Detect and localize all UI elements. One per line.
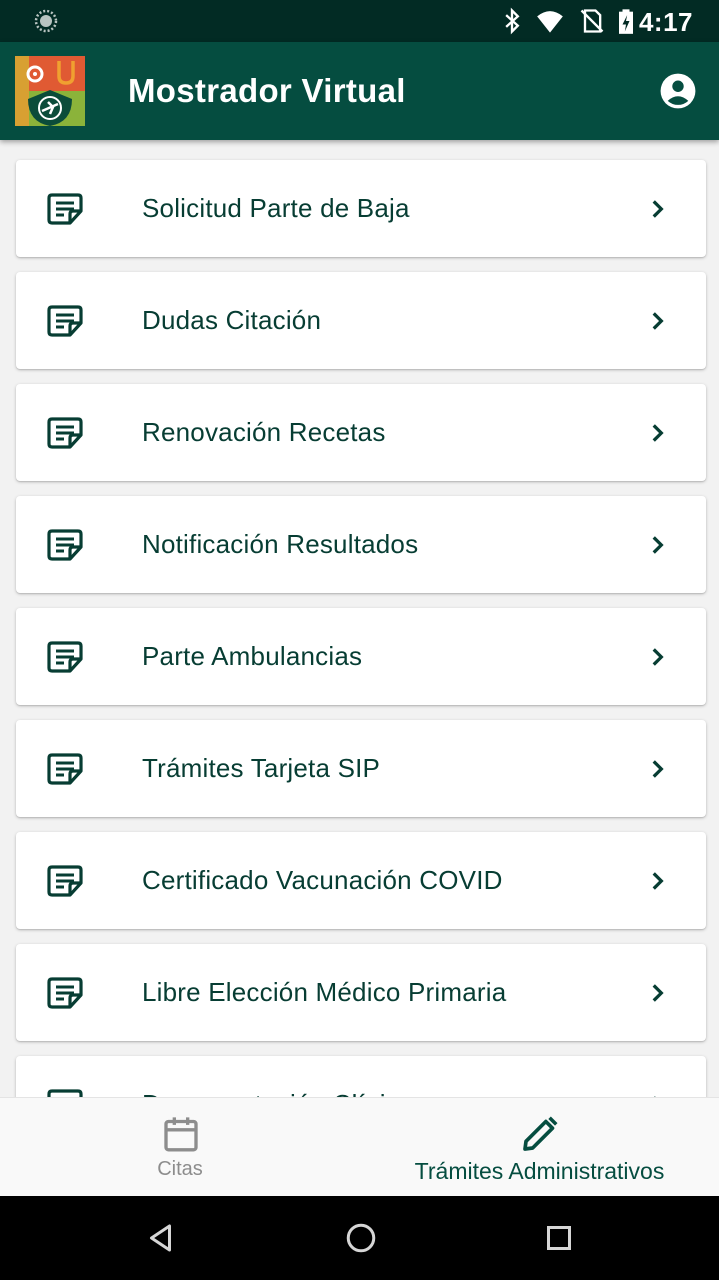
loading-spinner-icon (34, 9, 58, 33)
list-item[interactable]: Parte Ambulancias (16, 608, 706, 705)
chevron-right-icon (652, 424, 664, 442)
list-item-label: Solicitud Parte de Baja (142, 193, 410, 223)
wifi-icon (537, 11, 563, 33)
nav-label-citas: Citas (157, 1158, 203, 1180)
health-center-logo (15, 56, 85, 126)
bluetooth-icon (505, 7, 520, 35)
list-item[interactable]: Renovación Recetas (16, 384, 706, 481)
document-icon (47, 977, 83, 1009)
chevron-right-icon (652, 648, 664, 666)
list-item[interactable]: Libre Elección Médico Primaria (16, 944, 706, 1041)
back-triangle-icon[interactable] (144, 1220, 180, 1256)
chevron-right-icon (652, 536, 664, 554)
chevron-right-icon (652, 872, 664, 890)
document-icon (47, 529, 83, 561)
home-circle-icon[interactable] (343, 1220, 379, 1256)
document-icon (47, 865, 83, 897)
nav-label-tramites: Trámites Administrativos (414, 1158, 665, 1184)
list-item[interactable]: Notificación Resultados (16, 496, 706, 593)
chevron-right-icon (652, 312, 664, 330)
document-icon (47, 753, 83, 785)
no-sim-icon (580, 9, 604, 33)
list-item-label: Parte Ambulancias (142, 641, 363, 671)
calendar-icon (164, 1117, 198, 1152)
pencil-icon (523, 1116, 558, 1151)
status-time: 4:17 (638, 7, 693, 37)
status-bar: 4:17 (0, 0, 719, 42)
nav-tab-tramites-administrativos[interactable]: Trámites Administrativos (360, 1098, 719, 1197)
chevron-right-icon (652, 760, 664, 778)
chevron-right-icon (652, 200, 664, 218)
battery-charging-icon (619, 9, 633, 34)
recents-square-icon[interactable] (541, 1220, 577, 1256)
list-item[interactable]: Certificado Vacunación COVID (16, 832, 706, 929)
page-title: Mostrador Virtual (128, 72, 406, 109)
account-circle-icon[interactable] (659, 72, 697, 110)
document-icon (47, 1089, 83, 1097)
list-item-label: Libre Elección Médico Primaria (142, 977, 507, 1007)
list-item[interactable]: Trámites Tarjeta SIP (16, 720, 706, 817)
document-icon (47, 417, 83, 449)
app-bar: Mostrador Virtual (0, 42, 719, 140)
list-item[interactable]: Documentación Clínica (16, 1056, 706, 1097)
system-navigation-bar (0, 1196, 719, 1280)
document-icon (47, 641, 83, 673)
list-item-label: Documentación Clínica (142, 1089, 414, 1097)
document-icon (47, 193, 83, 225)
list-item-label: Renovación Recetas (142, 417, 386, 447)
document-icon (47, 305, 83, 337)
list-item[interactable]: Dudas Citación (16, 272, 706, 369)
nav-tab-citas[interactable]: Citas (0, 1098, 360, 1197)
procedures-list[interactable]: Solicitud Parte de Baja Dudas Citación Ren… (0, 140, 719, 1097)
list-item-label: Dudas Citación (142, 305, 322, 335)
list-item-label: Certificado Vacunación COVID (142, 865, 503, 895)
chevron-right-icon (652, 984, 664, 1002)
list-item[interactable]: Solicitud Parte de Baja (16, 160, 706, 257)
list-item-label: Notificación Resultados (142, 529, 419, 559)
list-item-label: Trámites Tarjeta SIP (142, 753, 381, 783)
bottom-navigation: Citas Trámites Administrativos (0, 1097, 719, 1196)
